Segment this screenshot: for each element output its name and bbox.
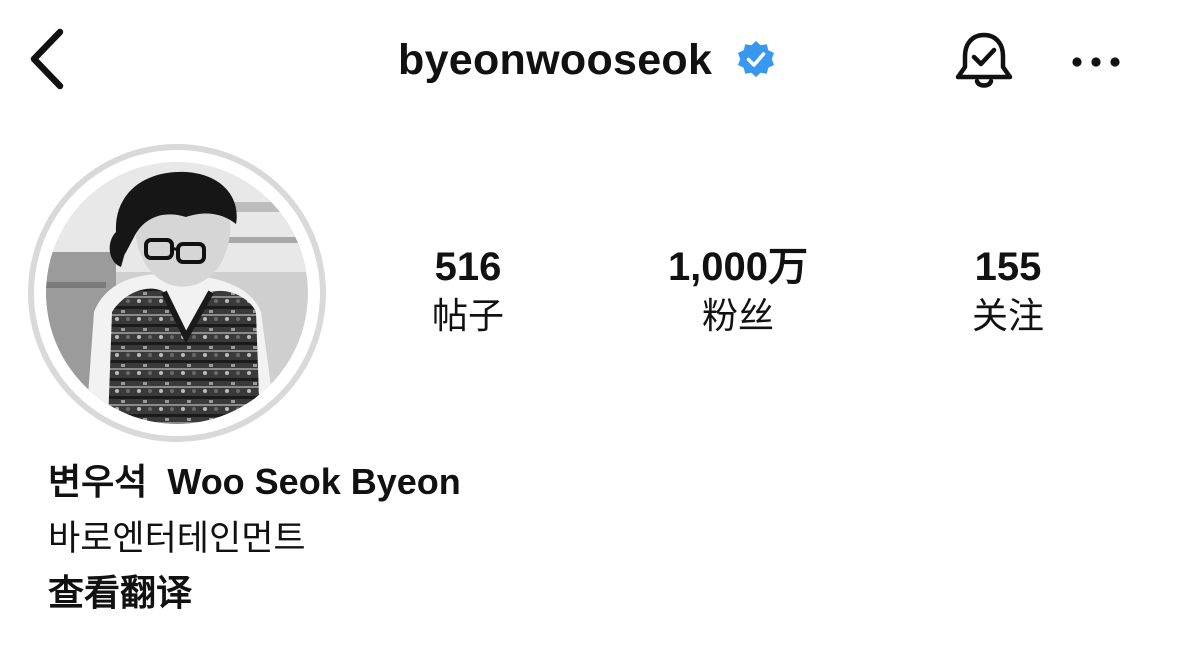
followers-count: 1,000万	[667, 245, 809, 289]
followers-stat[interactable]: 1,000万 粉丝	[628, 242, 848, 340]
bio-text: 바로엔터테인먼트	[48, 519, 306, 558]
display-name: 변우석 Woo Seok Byeon	[48, 461, 461, 502]
username-title: byeonwooseok	[398, 35, 713, 84]
more-options-button[interactable]	[1062, 40, 1130, 84]
posts-count: 516	[434, 245, 502, 289]
chevron-left-icon	[30, 28, 64, 90]
profile-header-title: byeonwooseok	[398, 32, 776, 88]
top-navigation-bar: byeonwooseok	[0, 0, 1179, 120]
bell-check-icon	[955, 32, 1013, 88]
notifications-bell-button[interactable]	[950, 28, 1018, 94]
verified-badge-icon	[736, 40, 776, 80]
posts-label: 帖子	[431, 295, 504, 336]
profile-bio-section: 변우석 Woo Seok Byeon 바로엔터테인먼트 查看翻译	[48, 458, 948, 618]
see-translation-link[interactable]: 查看翻译	[48, 568, 192, 618]
posts-stat[interactable]: 516 帖子	[358, 242, 578, 340]
avatar-story-ring	[28, 144, 326, 442]
back-button[interactable]	[22, 26, 70, 92]
profile-photo	[46, 162, 308, 424]
following-stat[interactable]: 155 关注	[898, 242, 1118, 340]
avatar[interactable]	[46, 162, 308, 424]
following-count: 155	[974, 245, 1042, 289]
more-horizontal-icon	[1072, 57, 1120, 67]
followers-label: 粉丝	[701, 295, 774, 336]
following-label: 关注	[971, 295, 1044, 336]
